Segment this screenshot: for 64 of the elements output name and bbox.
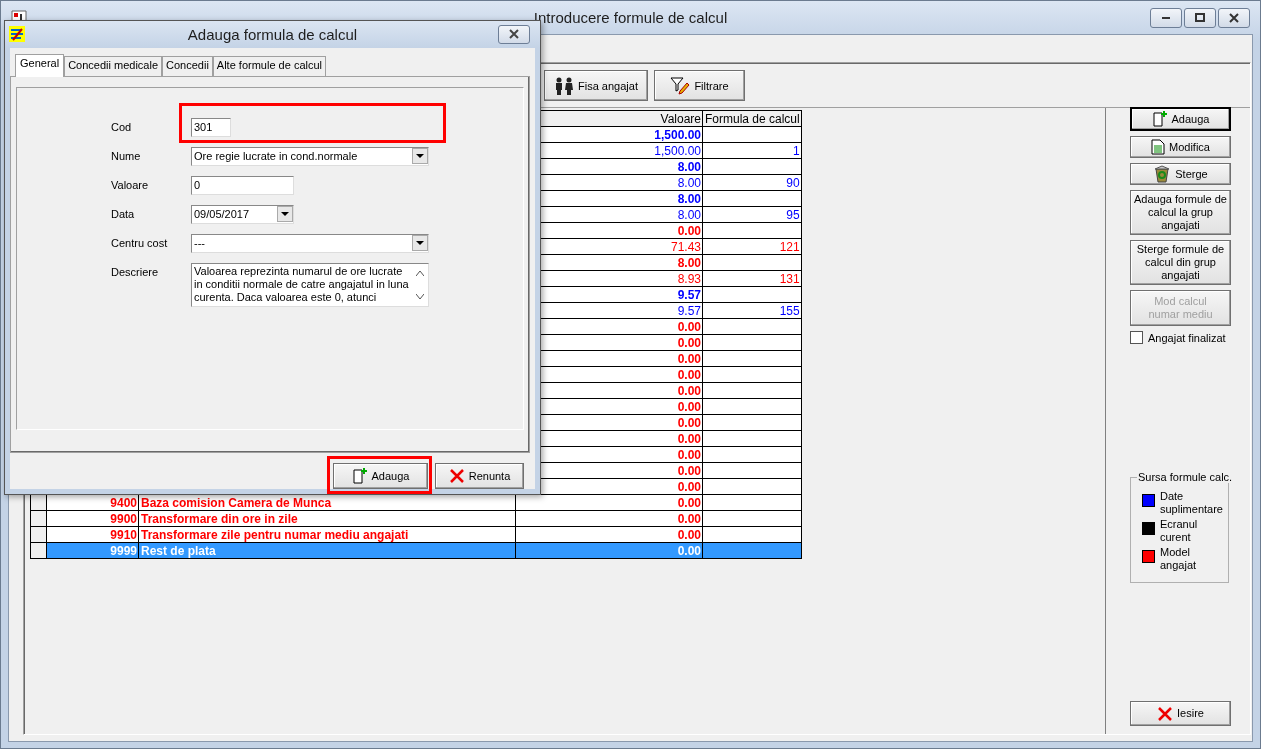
legend-label: Model angajat (1160, 546, 1198, 572)
side-button[interactable]: Modifica (1130, 136, 1231, 158)
tab[interactable]: General (15, 53, 65, 77)
recycle-bin-icon (1153, 165, 1172, 183)
table-cell: 95 (702, 206, 802, 223)
checkbox-label: Angajat finalizat (1148, 331, 1226, 344)
minimize-icon (1162, 16, 1170, 19)
dialog-button[interactable]: Adauga (333, 463, 428, 489)
maximize-icon (1195, 13, 1205, 22)
checkbox[interactable] (1130, 331, 1143, 344)
toolbar-button[interactable]: Fisa angajat (544, 70, 648, 101)
dropdown[interactable]: --- (191, 233, 429, 253)
legend-title: Sursa formule calc. (1137, 471, 1234, 483)
filter-icon (670, 76, 691, 95)
table-cell: 0.00 (515, 526, 703, 543)
window-title: Introducere formule de calcul (533, 9, 728, 26)
cross-icon (1157, 705, 1174, 722)
table-cell: 9900 (46, 510, 139, 527)
new-document-icon (1151, 111, 1168, 127)
table-cell: 90 (702, 174, 802, 191)
close-icon (506, 28, 522, 41)
table-cell: Transformare din ore in zile (138, 510, 516, 527)
table-cell: 9910 (46, 526, 139, 543)
side-button[interactable]: Sterge (1130, 163, 1231, 185)
cross-icon (448, 468, 465, 484)
table-cell: Transformare zile pentru numar mediu angajati (138, 526, 516, 543)
side-button[interactable]: Adauga (1130, 107, 1231, 131)
tab[interactable]: Concedii medicale (64, 55, 163, 76)
field-label: Centru cost (111, 235, 169, 249)
table-cell: 0.00 (515, 510, 703, 527)
side-button[interactable]: Adauga formule de calcul la grup angajati (1130, 190, 1231, 235)
dialog-button[interactable]: Renunta (435, 463, 524, 489)
people-icon (554, 76, 575, 95)
table-cell: 121 (702, 238, 802, 255)
input-field[interactable]: 0 (191, 175, 294, 195)
tab[interactable]: Alte formule de calcul (212, 55, 326, 76)
document-icon (1151, 139, 1165, 155)
field-label: Nume (111, 148, 142, 162)
close-button[interactable] (1218, 7, 1250, 28)
close-button[interactable] (498, 24, 530, 44)
toolbar-button[interactable]: Filtrare (654, 70, 745, 101)
new-document-icon (351, 468, 368, 484)
dropdown[interactable]: Ore regie lucrate in cond.normale (191, 146, 429, 166)
dialog-title: Adauga formula de calcul (187, 26, 358, 43)
table-cell: 155 (702, 302, 802, 319)
input-field[interactable]: 301 (191, 117, 231, 137)
legend-label: Ecranul curent (1160, 518, 1199, 544)
text-area[interactable]: Valoarea reprezinta numarul de ore lucrate in conditii normale de catre angajatul in luna curenta. Daca valoarea este 0, atunci (191, 262, 429, 307)
tab[interactable]: Concedii (162, 55, 213, 76)
field-label: Cod (111, 119, 133, 133)
table-cell: 1 (702, 142, 802, 159)
field-label: Data (111, 206, 136, 220)
column-header[interactable]: Formula de calcul (702, 110, 802, 127)
exit-button[interactable]: Iesire (1130, 701, 1231, 726)
close-icon (1229, 12, 1239, 23)
minimize-button[interactable] (1150, 7, 1182, 28)
side-button[interactable]: Sterge formule de calcul din grup angajati (1130, 240, 1231, 285)
field-label: Valoare (111, 177, 150, 191)
field-label: Descriere (111, 264, 160, 278)
app-icon (9, 26, 25, 43)
legend-label: Date suplimentare (1160, 490, 1224, 516)
date-picker[interactable]: 09/05/2017 (191, 204, 294, 224)
maximize-button[interactable] (1184, 7, 1216, 28)
table-cell: 131 (702, 270, 802, 287)
